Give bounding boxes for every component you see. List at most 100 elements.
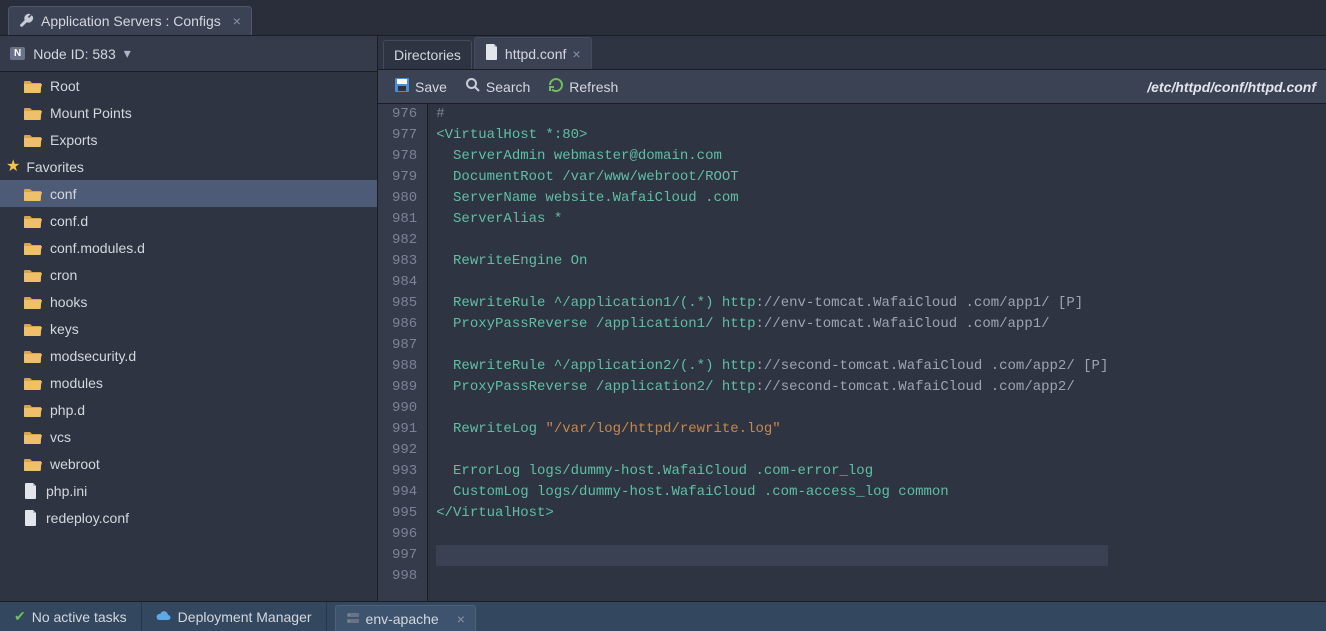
node-selector[interactable]: N Node ID: 583 ▾ [0, 36, 377, 72]
tree-top: Root Mount Points Exports [0, 72, 377, 153]
code-line[interactable]: </VirtualHost> [436, 503, 1108, 524]
deployment-manager-button[interactable]: Deployment Manager [142, 602, 327, 631]
tree-item[interactable]: conf [0, 180, 377, 207]
tree-item-label: redeploy.conf [46, 510, 129, 526]
code-line[interactable]: ProxyPassReverse /application2/ http://s… [436, 377, 1108, 398]
code-line[interactable]: <VirtualHost *:80> [436, 125, 1108, 146]
line-number: 993 [392, 461, 417, 482]
save-button[interactable]: Save [388, 74, 453, 99]
code-line[interactable] [436, 545, 1108, 566]
sidebar: N Node ID: 583 ▾ Root Mount Points Exports… [0, 36, 378, 601]
folder-icon [24, 187, 42, 201]
tree-item[interactable]: modules [0, 369, 377, 396]
line-number: 985 [392, 293, 417, 314]
code-editor[interactable]: 9769779789799809819829839849859869879889… [378, 104, 1326, 601]
close-icon[interactable]: × [457, 611, 465, 627]
code-line[interactable]: ServerAlias * [436, 209, 1108, 230]
cloud-icon [156, 609, 172, 625]
file-icon [24, 510, 38, 526]
folder-icon [24, 349, 42, 363]
tree: RootMount PointsExports ★ Favorites conf… [0, 72, 377, 601]
folder-icon [24, 457, 42, 471]
close-icon[interactable]: × [233, 13, 241, 29]
code-line[interactable]: ErrorLog logs/dummy-host.WafaiCloud .com… [436, 461, 1108, 482]
tree-item-label: Root [50, 78, 80, 94]
code-line[interactable] [436, 566, 1108, 587]
tree-item-label: keys [50, 321, 79, 337]
env-label: env-apache [366, 611, 439, 627]
folder-icon [24, 322, 42, 336]
code-line[interactable]: DocumentRoot /var/www/webroot/ROOT [436, 167, 1108, 188]
editor-tab[interactable]: Directories [383, 40, 472, 69]
editor-tab[interactable]: httpd.conf× [474, 37, 592, 69]
line-number: 995 [392, 503, 417, 524]
code-line[interactable]: # [436, 104, 1108, 125]
code-line[interactable]: RewriteRule ^/application1/(.*) http://e… [436, 293, 1108, 314]
line-number: 979 [392, 167, 417, 188]
code-line[interactable] [436, 440, 1108, 461]
code-line[interactable] [436, 230, 1108, 251]
refresh-button[interactable]: Refresh [542, 74, 624, 99]
tree-item[interactable]: Exports [0, 126, 377, 153]
main-area: N Node ID: 583 ▾ Root Mount Points Exports… [0, 36, 1326, 601]
line-number: 989 [392, 377, 417, 398]
tasks-label: No active tasks [32, 609, 127, 625]
tree-item[interactable]: hooks [0, 288, 377, 315]
line-number: 977 [392, 125, 417, 146]
code-line[interactable]: RewriteLog "/var/log/httpd/rewrite.log" [436, 419, 1108, 440]
code-line[interactable] [436, 272, 1108, 293]
tree-item[interactable]: Mount Points [0, 99, 377, 126]
close-icon[interactable]: × [572, 46, 580, 62]
save-icon [394, 77, 410, 96]
code-line[interactable]: RewriteRule ^/application2/(.*) http://s… [436, 356, 1108, 377]
window-tab-configs[interactable]: Application Servers : Configs × [8, 6, 252, 35]
check-icon: ✔ [14, 608, 26, 625]
line-number: 986 [392, 314, 417, 335]
line-number: 997 [392, 545, 417, 566]
code-line[interactable]: ProxyPassReverse /application1/ http://e… [436, 314, 1108, 335]
folder-icon [24, 376, 42, 390]
status-bar: ✔ No active tasks Deployment Manager env… [0, 601, 1326, 631]
folder-icon [24, 403, 42, 417]
tree-favorites: conf conf.d conf.modules.d cron hooks keys mod… [0, 180, 377, 531]
env-tab[interactable]: env-apache × [335, 605, 476, 631]
tree-item[interactable]: conf.modules.d [0, 234, 377, 261]
code-line[interactable]: RewriteEngine On [436, 251, 1108, 272]
tree-item[interactable]: modsecurity.d [0, 342, 377, 369]
line-number: 978 [392, 146, 417, 167]
node-badge: N [10, 47, 25, 60]
tree-item[interactable]: Root [0, 72, 377, 99]
tree-item[interactable]: php.ini [0, 477, 377, 504]
tree-item-label: conf [50, 186, 76, 202]
tree-item[interactable]: vcs [0, 423, 377, 450]
folder-icon [24, 106, 42, 120]
server-icon [346, 611, 360, 627]
tree-item-label: hooks [50, 294, 87, 310]
line-number: 984 [392, 272, 417, 293]
folder-icon [24, 214, 42, 228]
tasks-status[interactable]: ✔ No active tasks [0, 602, 142, 631]
code-line[interactable] [436, 335, 1108, 356]
file-icon [24, 483, 38, 499]
code-line[interactable]: CustomLog logs/dummy-host.WafaiCloud .co… [436, 482, 1108, 503]
tree-item[interactable]: redeploy.conf [0, 504, 377, 531]
editor-tab-label: Directories [394, 47, 461, 63]
tree-item[interactable]: keys [0, 315, 377, 342]
code-lines[interactable]: #<VirtualHost *:80> ServerAdmin webmaste… [428, 104, 1108, 601]
file-path: /etc/httpd/conf/httpd.conf [1147, 79, 1316, 95]
tree-item[interactable]: cron [0, 261, 377, 288]
search-label: Search [486, 79, 530, 95]
code-line[interactable]: ServerAdmin webmaster@domain.com [436, 146, 1108, 167]
code-line[interactable] [436, 524, 1108, 545]
code-line[interactable]: ServerName website.WafaiCloud .com [436, 188, 1108, 209]
search-button[interactable]: Search [459, 74, 536, 99]
tree-item-label: Mount Points [50, 105, 132, 121]
tree-item[interactable]: conf.d [0, 207, 377, 234]
tree-item[interactable]: php.d [0, 396, 377, 423]
tree-item[interactable]: webroot [0, 450, 377, 477]
refresh-icon [548, 77, 564, 96]
tree-item-label: conf.modules.d [50, 240, 145, 256]
tree-item-label: cron [50, 267, 77, 283]
code-line[interactable] [436, 398, 1108, 419]
chevron-down-icon: ▾ [124, 45, 131, 62]
